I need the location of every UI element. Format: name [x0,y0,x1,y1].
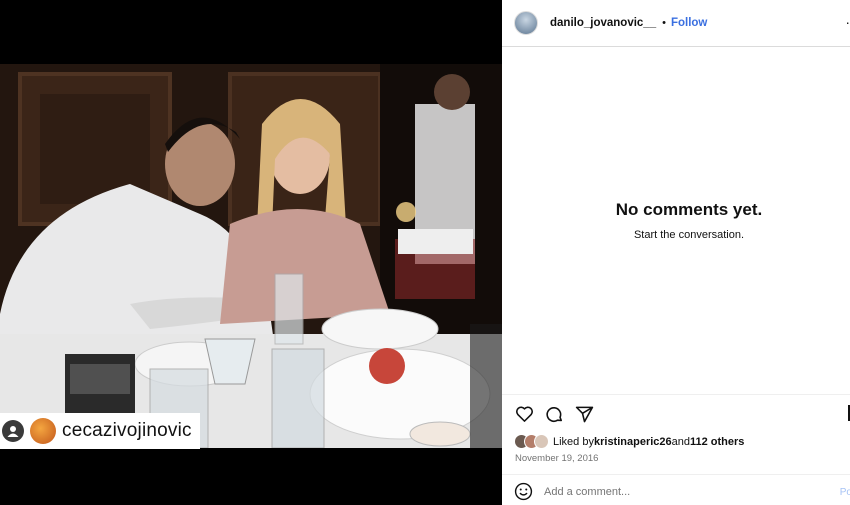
author-username[interactable]: danilo_jovanovic__ [550,17,656,29]
header-separator: • [662,17,666,29]
liker-username[interactable]: kristinaperic26 [594,436,672,448]
share-icon[interactable] [574,404,594,424]
user-tag-icon [2,420,24,442]
liker-avatar [534,434,549,449]
liker-avatars [514,434,549,449]
tagged-user-avatar [30,418,56,444]
divider [502,394,850,395]
tagged-username[interactable]: cecazivojinovic [62,420,192,442]
more-options-icon[interactable]: · [845,14,850,30]
likes-others[interactable]: 112 others [690,436,744,448]
post-comment-button[interactable]: Po [840,487,850,498]
post-viewer: cecazivojinovic danilo_jovanovic__ • Fol… [0,0,850,505]
comment-input[interactable] [544,486,824,498]
empty-comments-subtitle: Start the conversation. [633,229,745,241]
emoji-icon[interactable] [514,482,534,502]
post-side-panel: danilo_jovanovic__ • Follow · No comment… [502,0,850,505]
likes-summary[interactable]: Liked by kristinaperic26 and 112 others [514,434,744,449]
likes-prefix: Liked by [553,435,594,448]
post-photo[interactable] [0,64,502,448]
post-media: cecazivojinovic [0,0,502,505]
author-avatar[interactable] [514,11,538,35]
post-date[interactable]: November 19, 2016 [515,453,598,464]
divider [502,474,850,475]
likes-connector: and [671,435,690,448]
tagged-user-overlay[interactable]: cecazivojinovic [0,413,200,449]
heart-icon[interactable] [514,404,534,424]
comment-bar: Po [514,481,850,503]
empty-comments: No comments yet. Start the conversation. [502,200,850,241]
follow-button[interactable]: Follow [671,17,707,29]
post-header: danilo_jovanovic__ • Follow · [502,0,850,47]
action-bar [514,404,594,424]
empty-comments-title: No comments yet. [615,200,763,219]
comment-icon[interactable] [544,404,564,424]
